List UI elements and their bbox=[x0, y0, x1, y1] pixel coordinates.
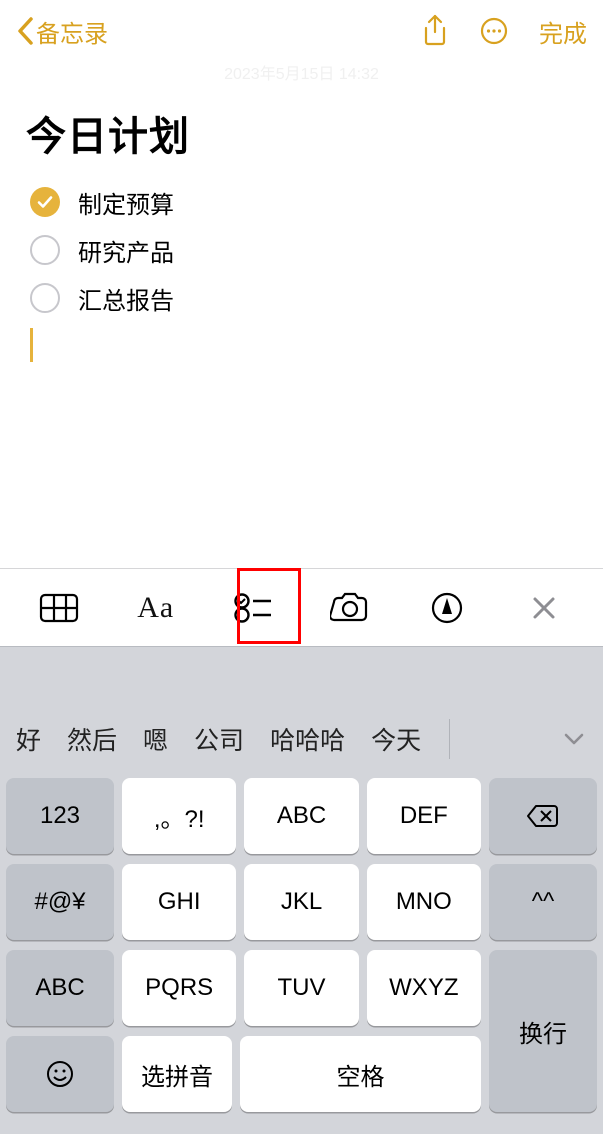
key-def[interactable]: DEF bbox=[367, 778, 481, 854]
key-symbols[interactable]: #@¥ bbox=[6, 864, 114, 940]
format-toolbar: Aa bbox=[0, 568, 603, 646]
key-abc-mode[interactable]: ABC bbox=[6, 950, 114, 1026]
key-return[interactable]: 换行 bbox=[489, 950, 597, 1112]
candidate-word[interactable]: 嗯 bbox=[143, 721, 168, 757]
key-space[interactable]: 空格 bbox=[240, 1036, 481, 1112]
key-backspace[interactable] bbox=[489, 778, 597, 854]
checklist-item[interactable]: 汇总报告 bbox=[26, 274, 577, 322]
note-title[interactable]: 今日计划 bbox=[26, 104, 577, 162]
note-timestamp: 2023年5月15日 14:32 bbox=[0, 60, 603, 84]
camera-button[interactable] bbox=[318, 583, 382, 633]
checkbox-checked-icon[interactable] bbox=[30, 187, 60, 217]
keyboard: 123 ,。?! ABC DEF #@¥ GHI JKL MNO ^^ ABC bbox=[0, 772, 603, 1134]
separator bbox=[449, 719, 450, 759]
checklist-item[interactable]: 研究产品 bbox=[26, 226, 577, 274]
chevron-left-icon bbox=[16, 16, 34, 46]
keyboard-gap bbox=[0, 646, 603, 706]
key-emoticon[interactable]: ^^ bbox=[489, 864, 597, 940]
text-cursor bbox=[30, 328, 33, 362]
candidate-word[interactable]: 今天 bbox=[371, 721, 421, 757]
key-wxyz[interactable]: WXYZ bbox=[367, 950, 481, 1026]
key-ghi[interactable]: GHI bbox=[122, 864, 236, 940]
expand-candidates-button[interactable] bbox=[553, 732, 595, 746]
note-body[interactable]: 今日计划 制定预算 研究产品 汇总报告 bbox=[0, 84, 603, 568]
key-tuv[interactable]: TUV bbox=[244, 950, 358, 1026]
key-return-label: 换行 bbox=[519, 1014, 567, 1049]
text-format-button[interactable]: Aa bbox=[124, 583, 188, 633]
checklist-item-text[interactable]: 研究产品 bbox=[78, 233, 174, 268]
aa-icon: Aa bbox=[137, 591, 174, 625]
key-pinyin-select[interactable]: 选拼音 bbox=[122, 1036, 232, 1112]
checklist-item-text[interactable]: 制定预算 bbox=[78, 185, 174, 220]
more-icon[interactable] bbox=[479, 16, 509, 46]
table-button[interactable] bbox=[27, 583, 91, 633]
candidate-word[interactable]: 好 bbox=[16, 721, 41, 757]
checkbox-unchecked-icon[interactable] bbox=[30, 235, 60, 265]
candidate-word[interactable]: 公司 bbox=[194, 721, 244, 757]
candidate-word[interactable]: 哈哈哈 bbox=[270, 721, 345, 757]
markup-button[interactable] bbox=[415, 583, 479, 633]
key-123[interactable]: 123 bbox=[6, 778, 114, 854]
checklist: 制定预算 研究产品 汇总报告 bbox=[26, 178, 577, 322]
key-pqrs[interactable]: PQRS bbox=[122, 950, 236, 1026]
back-button[interactable]: 备忘录 bbox=[16, 14, 108, 49]
key-abc[interactable]: ABC bbox=[244, 778, 358, 854]
back-label: 备忘录 bbox=[36, 14, 108, 49]
candidate-bar: 好 然后 嗯 公司 哈哈哈 今天 bbox=[0, 706, 603, 772]
share-icon[interactable] bbox=[421, 14, 449, 48]
checkbox-unchecked-icon[interactable] bbox=[30, 283, 60, 313]
nav-bar: 备忘录 完成 bbox=[0, 0, 603, 62]
close-keyboard-button[interactable] bbox=[512, 583, 576, 633]
key-mno[interactable]: MNO bbox=[367, 864, 481, 940]
candidate-word[interactable]: 然后 bbox=[67, 721, 117, 757]
checklist-item-text[interactable]: 汇总报告 bbox=[78, 281, 174, 316]
checklist-button[interactable] bbox=[221, 583, 285, 633]
checklist-item[interactable]: 制定预算 bbox=[26, 178, 577, 226]
key-jkl[interactable]: JKL bbox=[244, 864, 358, 940]
key-emoji[interactable] bbox=[6, 1036, 114, 1112]
key-punct[interactable]: ,。?! bbox=[122, 778, 236, 854]
done-button[interactable]: 完成 bbox=[539, 14, 587, 49]
